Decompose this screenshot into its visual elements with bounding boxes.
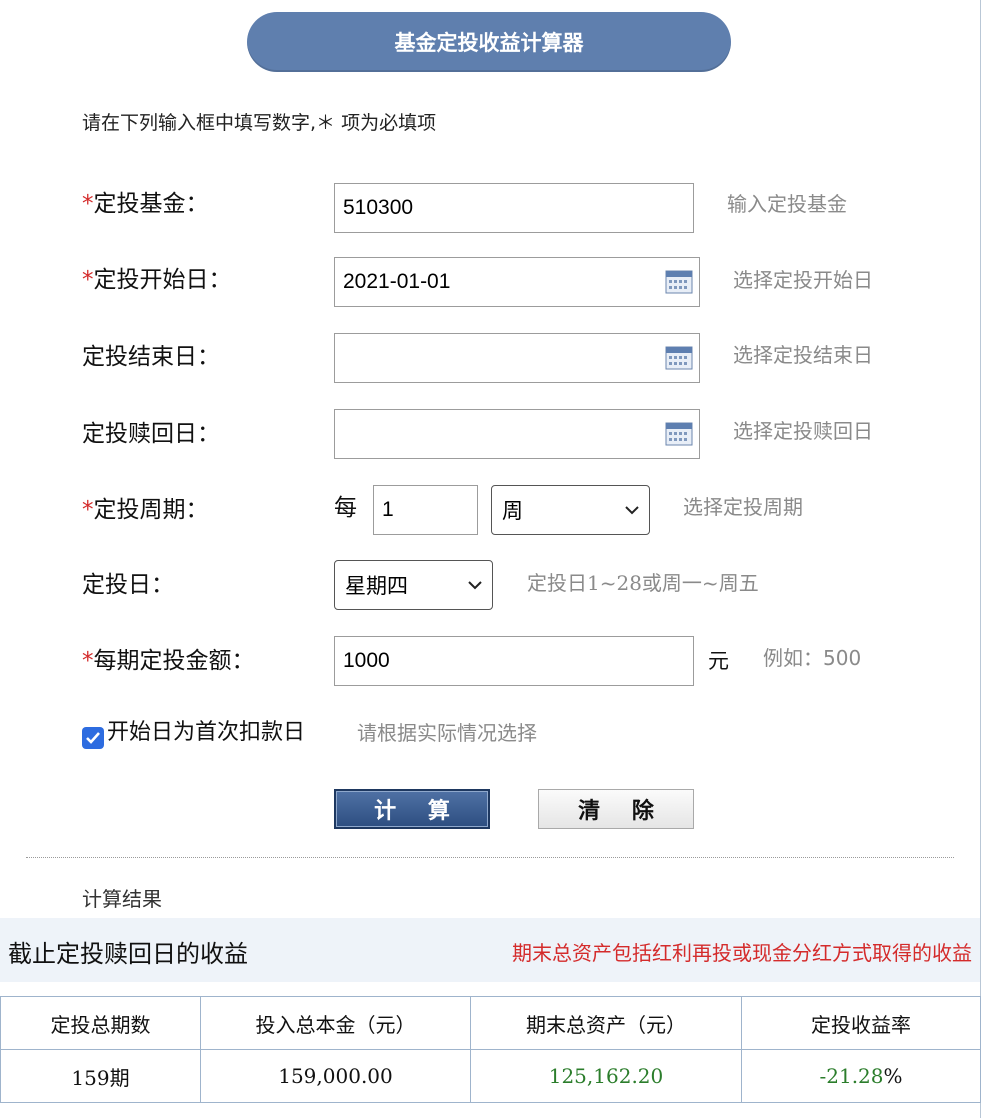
- period-label: *定投周期：: [82, 497, 209, 523]
- fund-hint: 输入定投基金: [727, 192, 847, 216]
- calendar-icon[interactable]: [665, 270, 693, 294]
- amount-input[interactable]: 1000: [334, 636, 694, 686]
- table-header-cell: 投入总本金（元）: [200, 996, 471, 1050]
- calendar-icon[interactable]: [665, 346, 693, 370]
- page-title: 基金定投收益计算器: [247, 12, 731, 72]
- first-debit-hint: 请根据实际情况选择: [357, 721, 537, 745]
- chevron-down-icon: [625, 506, 639, 515]
- invest-day-value: 星期四: [345, 575, 408, 598]
- final-assets-cell: 125,162.20: [470, 1049, 742, 1103]
- amount-label: *每期定投金额：: [82, 648, 255, 674]
- amount-value: 1000: [343, 649, 390, 672]
- clear-button[interactable]: 清 除: [538, 789, 694, 829]
- checkmark-icon: [86, 732, 100, 744]
- start-date-input[interactable]: 2021-01-01: [334, 257, 700, 307]
- required-mark: *: [82, 267, 94, 293]
- period-unit-value: 周: [502, 500, 523, 523]
- result-bar: 截止定投赎回日的收益 期末总资产包括红利再投或现金分红方式取得的收益: [0, 918, 980, 982]
- first-debit-label: 开始日为首次扣款日: [107, 720, 306, 745]
- period-count-value: 1: [382, 498, 394, 521]
- end-date-hint: 选择定投结束日: [733, 343, 873, 367]
- return-rate-cell: -21.28%: [741, 1049, 981, 1103]
- principal-cell: 159,000.00: [200, 1049, 471, 1103]
- form-instruction: 请在下列输入框中填写数字,＊ 项为必填项: [82, 112, 437, 134]
- invest-day-hint: 定投日1~28或周一~周五: [527, 571, 759, 595]
- result-bar-title: 截止定投赎回日的收益: [8, 940, 248, 968]
- result-heading: 计算结果: [82, 887, 162, 911]
- invest-day-select[interactable]: 星期四: [334, 560, 493, 610]
- percent-sign: %: [883, 1064, 903, 1088]
- redeem-date-label: 定投赎回日：: [82, 421, 220, 447]
- period-count-input[interactable]: 1: [373, 485, 478, 535]
- period-unit-select[interactable]: 周: [491, 485, 650, 535]
- fund-label: *定投基金：: [82, 191, 209, 217]
- result-table: 定投总期数 投入总本金（元） 期末总资产（元） 定投收益率 159期 159,0…: [0, 996, 981, 1103]
- invest-day-label: 定投日：: [82, 572, 174, 598]
- amount-hint: 例如：500: [763, 646, 862, 670]
- first-debit-checkbox[interactable]: [82, 727, 104, 749]
- start-date-hint: 选择定投开始日: [733, 268, 873, 292]
- start-date-label: *定投开始日：: [82, 267, 232, 293]
- period-hint: 选择定投周期: [683, 495, 803, 519]
- start-date-value: 2021-01-01: [343, 270, 451, 293]
- required-mark: *: [82, 497, 94, 523]
- total-periods-cell: 159期: [0, 1049, 201, 1103]
- required-mark: *: [82, 191, 94, 217]
- calculate-button[interactable]: 计 算: [334, 789, 490, 829]
- redeem-date-input[interactable]: [334, 409, 700, 459]
- redeem-date-hint: 选择定投赎回日: [733, 419, 873, 443]
- period-prefix: 每: [334, 495, 357, 521]
- chevron-down-icon: [468, 581, 482, 590]
- page-right-border: [980, 0, 981, 1118]
- table-row: 159期 159,000.00 125,162.20 -21.28%: [0, 1049, 981, 1103]
- calendar-icon[interactable]: [665, 422, 693, 446]
- table-header-cell: 定投总期数: [0, 996, 201, 1050]
- return-rate-value: -21.28: [819, 1064, 884, 1088]
- table-header-cell: 定投收益率: [741, 996, 981, 1050]
- end-date-label: 定投结束日：: [82, 344, 220, 370]
- table-header-row: 定投总期数 投入总本金（元） 期末总资产（元） 定投收益率: [0, 996, 981, 1050]
- required-mark: *: [82, 648, 94, 674]
- result-bar-note: 期末总资产包括红利再投或现金分红方式取得的收益: [512, 941, 972, 965]
- divider: [26, 857, 954, 858]
- fund-input[interactable]: 510300: [334, 183, 694, 233]
- fund-input-value: 510300: [343, 196, 414, 219]
- amount-unit: 元: [708, 649, 729, 673]
- table-header-cell: 期末总资产（元）: [470, 996, 742, 1050]
- end-date-input[interactable]: [334, 333, 700, 383]
